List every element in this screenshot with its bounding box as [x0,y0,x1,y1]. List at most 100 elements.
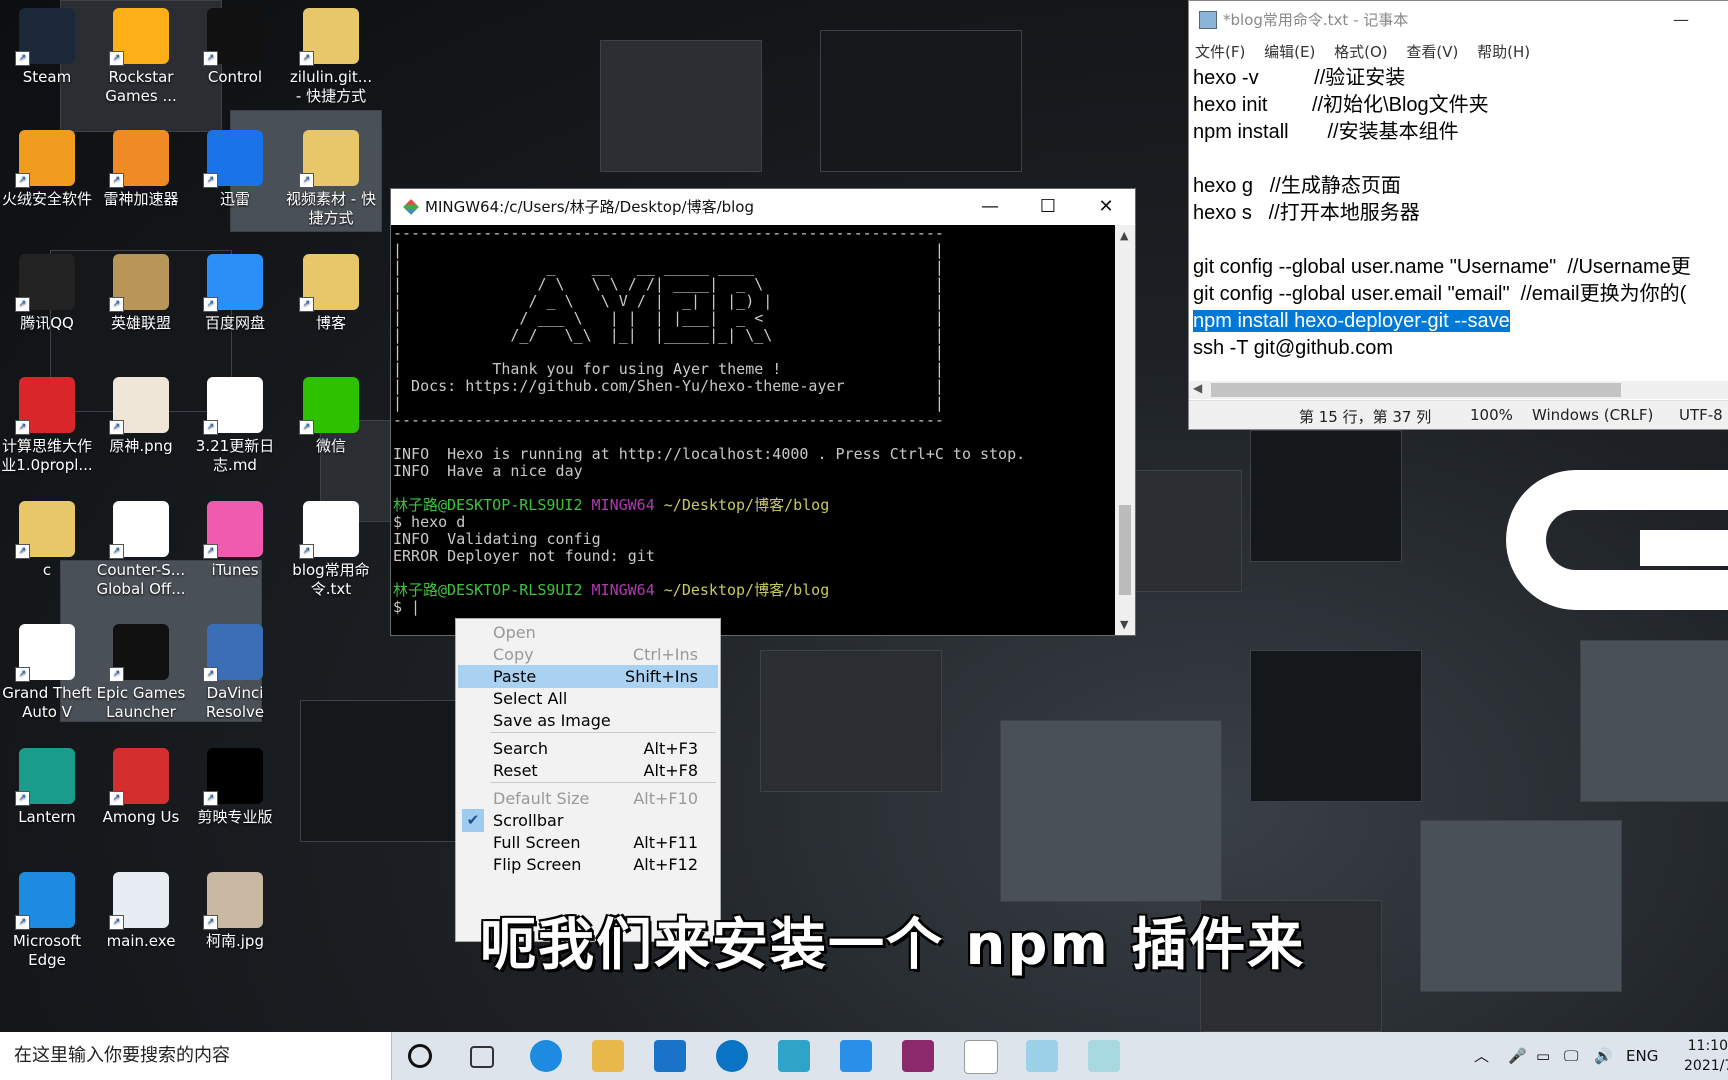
desktop-icon-label: Epic Games Launcher [96,684,186,721]
chevron-up-icon[interactable]: ︿ [1474,1032,1489,1080]
desktop-icon-label: main.exe [106,932,176,950]
menu-item-save-as-image[interactable]: Save as Image [458,709,718,732]
mail-icon[interactable] [654,1040,686,1072]
terminal-output[interactable]: ----------------------------------------… [393,225,1113,635]
menu-item-default-size[interactable]: Default Size Alt+F10 [458,787,718,810]
scroll-left-icon[interactable]: ◀ [1193,381,1202,395]
app-icon: ↗ [203,377,263,435]
terminal-line-text: | | [393,241,944,259]
desktop-icon[interactable]: ↗ DaVinci Resolve [188,624,282,722]
desktop-icon[interactable]: ↗ Microsoft Edge [0,872,94,970]
desktop-icon[interactable]: ↗ 腾讯QQ [0,254,94,333]
maximize-icon[interactable]: ☐ [1019,189,1077,225]
menu-item-flip-screen[interactable]: Flip Screen Alt+F12 [458,853,718,876]
shortcut-arrow-icon: ↗ [109,297,124,312]
menu-view[interactable]: 查看(V) [1406,43,1458,61]
menu-help[interactable]: 帮助(H) [1477,43,1530,61]
file-explorer-icon[interactable] [592,1040,624,1072]
menu-item-full-screen[interactable]: Full Screen Alt+F11 [458,831,718,854]
menu-edit[interactable]: 编辑(E) [1264,43,1315,61]
scroll-down-icon[interactable]: ▼ [1120,618,1128,631]
app-icon: ↗ [15,872,75,930]
horizontal-scrollbar[interactable]: ◀ [1189,381,1728,399]
battery-icon[interactable]: ▭ [1536,1032,1550,1080]
desktop-icon[interactable]: ↗ 英雄联盟 [94,254,188,333]
shortcut-arrow-icon: ↗ [15,420,30,435]
close-icon[interactable]: ✕ [1077,189,1135,225]
language-indicator[interactable]: ENG [1626,1032,1658,1080]
git-bash-taskbar-icon[interactable] [1088,1040,1120,1072]
line-text: hexo init //初始化\Blog文件夹 [1193,94,1489,116]
desktop-icon[interactable]: ↗ blog常用命 令.txt [284,501,378,599]
dell-icon[interactable] [716,1040,748,1072]
terminal-scrollbar[interactable]: ▲ ▼ [1115,225,1135,635]
edge-icon[interactable] [530,1040,562,1072]
output: INFO Validating config [393,530,601,548]
desktop-icon[interactable]: ↗ 博客 [284,254,378,333]
scroll-up-icon[interactable]: ▲ [1120,229,1128,242]
desktop-icon[interactable]: ↗ 百度网盘 [188,254,282,333]
volume-icon[interactable]: 🔊 [1594,1032,1613,1080]
terminal-window[interactable]: MINGW64:/c/Users/林子路/Desktop/博客/blog — ☐… [390,188,1136,636]
search-box[interactable]: 在这里输入你要搜索的内容 [0,1032,392,1080]
terminal-titlebar[interactable]: MINGW64:/c/Users/林子路/Desktop/博客/blog — ☐… [391,189,1135,225]
app-icon[interactable] [778,1040,810,1072]
terminal-line-text: | /_/ \_\ |_| |_____|_| \_\ | [393,326,944,344]
menu-item-reset[interactable]: Reset Alt+F8 [458,759,718,782]
terminal-prompt: 林子路@DESKTOP-RLS9UI2 MINGW64 ~/Desktop/博客… [393,582,1113,599]
prompt-env: MINGW64 [591,581,655,599]
desktop-icon[interactable]: ↗ 微信 [284,377,378,456]
terminal-line: ----------------------------------------… [393,225,1113,242]
desktop-icon[interactable]: ↗ Lantern [0,748,94,827]
desktop-icon[interactable]: ↗ 3.21更新日 志.md [188,377,282,475]
menu-item-open[interactable]: Open [458,621,718,644]
desktop-icon[interactable]: ↗ Grand Theft Auto V [0,624,94,722]
app-icon: ↗ [299,254,359,312]
scrollbar-thumb[interactable] [1211,383,1621,397]
desktop-icon[interactable]: ↗ Counter-S... Global Off... [94,501,188,599]
notepad-line: hexo -v //验证安装 [1193,65,1728,92]
thunder-icon[interactable] [840,1040,872,1072]
desktop-icon[interactable]: ↗ c [0,501,94,580]
notepad-taskbar-icon[interactable] [964,1040,998,1074]
app-icon: ↗ [15,377,75,435]
menu-item-shortcut: Alt+F10 [633,789,698,808]
microphone-icon[interactable]: 🎤 [1508,1032,1527,1080]
desktop-icon[interactable]: ↗ Steam [0,8,94,87]
desktop-icon[interactable]: ↗ 迅雷 [188,130,282,209]
menu-item-search[interactable]: Search Alt+F3 [458,737,718,760]
winrar-icon[interactable] [902,1040,934,1072]
desktop-icon[interactable]: ↗ Rockstar Games ... [94,8,188,106]
task-view-icon[interactable] [470,1046,494,1068]
cortana-icon[interactable] [408,1044,432,1068]
notepad-text-area[interactable]: hexo -v //验证安装 hexo init //初始化\Blog文件夹 npm… [1193,65,1728,383]
desktop-icon[interactable]: ↗ 原神.png [94,377,188,456]
menu-file[interactable]: 文件(F) [1195,43,1245,61]
desktop-icon[interactable]: ↗ Epic Games Launcher [94,624,188,722]
desktop-icon[interactable]: ↗ 视频素材 - 快 捷方式 [284,130,378,228]
desktop-icon[interactable]: ↗ Control [188,8,282,87]
notepad-titlebar[interactable]: *blog常用命令.txt - 记事本 — [1189,1,1728,39]
desktop-icon[interactable]: ↗ 计算思维大作 业1.0propl... [0,377,94,475]
network-icon[interactable]: 🖵 [1564,1032,1578,1080]
minimize-icon[interactable]: — [961,189,1019,225]
anime-app-icon[interactable] [1026,1040,1058,1072]
desktop-icon[interactable]: ↗ Among Us [94,748,188,827]
desktop-icon[interactable]: ↗ iTunes [188,501,282,580]
menu-item-paste[interactable]: Paste Shift+Ins [458,665,718,688]
menu-item-copy[interactable]: Copy Ctrl+Ins [458,643,718,666]
desktop-icon[interactable]: ↗ 雷神加速器 [94,130,188,209]
app-icon: ↗ [203,748,263,806]
desktop-icon[interactable]: ↗ 柯南.jpg [188,872,282,951]
desktop-icon[interactable]: ↗ 火绒安全软件 [0,130,94,209]
notepad-window[interactable]: *blog常用命令.txt - 记事本 — 文件(F) 编辑(E) 格式(O) … [1188,0,1728,430]
desktop-icon[interactable]: ↗ zilulin.git... - 快捷方式 [284,8,378,106]
scrollbar-thumb[interactable] [1119,505,1131,595]
menu-format[interactable]: 格式(O) [1334,43,1388,61]
menu-item-select-all[interactable]: Select All [458,687,718,710]
desktop-icon[interactable]: ↗ main.exe [94,872,188,951]
desktop-icon[interactable]: ↗ 剪映专业版 [188,748,282,827]
clock[interactable]: 11:10 2021/7... [1684,1036,1728,1076]
minimize-icon[interactable]: — [1673,1,1689,39]
menu-item-scrollbar[interactable]: ✔ Scrollbar [458,809,718,832]
